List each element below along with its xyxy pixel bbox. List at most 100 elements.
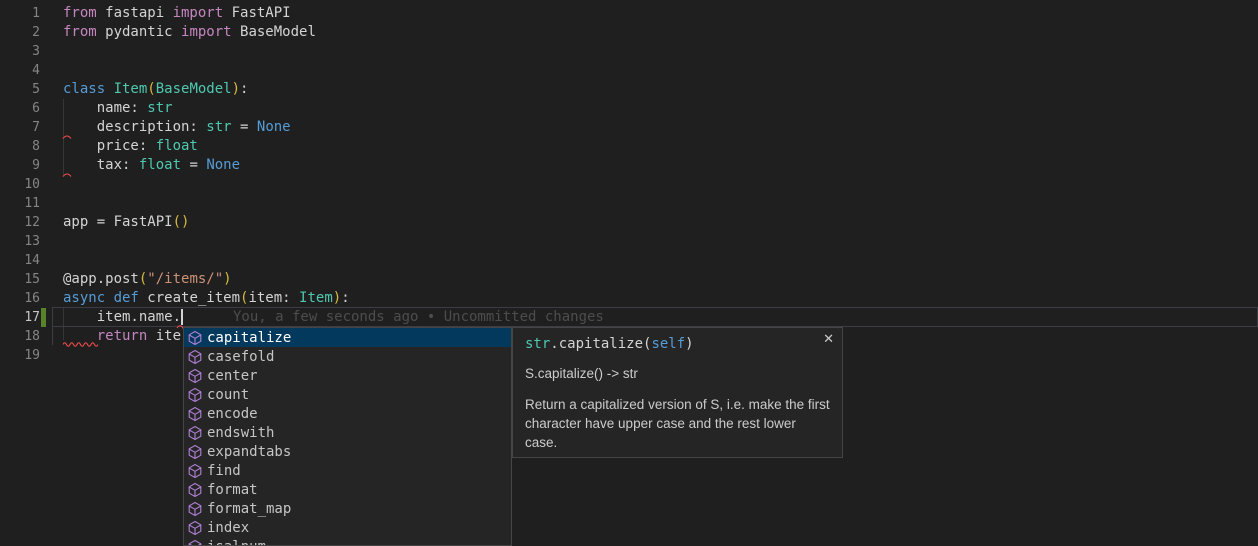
code-token: ( <box>147 81 155 97</box>
code-token: price: <box>63 138 156 154</box>
line-number: 2 <box>0 23 40 42</box>
code-token: ) <box>232 81 240 97</box>
code-token: "/items/" <box>147 271 223 287</box>
method-icon <box>187 330 203 346</box>
code-token: Item <box>299 290 333 306</box>
code-token: ) <box>333 290 341 306</box>
suggest-item-index[interactable]: index <box>184 518 511 537</box>
line-number: 3 <box>0 42 40 61</box>
line-number: 8 <box>0 137 40 156</box>
suggest-item-label: count <box>207 387 249 403</box>
line-number: 19 <box>0 346 40 365</box>
code-line[interactable]: 7 description: str = None <box>0 118 1258 137</box>
suggest-item-label: encode <box>207 406 258 422</box>
line-number: 15 <box>0 270 40 289</box>
suggest-item-find[interactable]: find <box>184 461 511 480</box>
code-token: str <box>206 119 231 135</box>
close-icon[interactable]: ✕ <box>821 331 836 348</box>
code-token: fastapi <box>97 5 173 21</box>
method-icon <box>187 520 203 536</box>
code-line[interactable]: 4 <box>0 61 1258 80</box>
code-token: .capitalize( <box>550 336 651 352</box>
code-text: tax: float = None <box>63 156 240 175</box>
line-number: 1 <box>0 4 40 23</box>
code-text: @app.post("/items/") <box>63 270 232 289</box>
code-token: import <box>173 5 224 21</box>
code-token: ) <box>685 336 693 352</box>
code-token: None <box>257 119 291 135</box>
line-number: 11 <box>0 194 40 213</box>
code-line[interactable]: 10 <box>0 175 1258 194</box>
code-line[interactable]: 1from fastapi import FastAPI <box>0 4 1258 23</box>
code-token: @app.post <box>63 271 139 287</box>
code-token: BaseModel <box>232 24 316 40</box>
code-text: class Item(BaseModel): <box>63 80 248 99</box>
code-token: str <box>525 336 550 352</box>
suggest-item-casefold[interactable]: casefold <box>184 347 511 366</box>
line-number: 17 <box>0 308 40 327</box>
code-token: = <box>232 119 257 135</box>
code-token: : <box>240 81 248 97</box>
code-token: ) <box>223 271 231 287</box>
method-icon <box>187 368 203 384</box>
error-squiggle-icon <box>62 171 74 178</box>
code-token: str <box>147 100 172 116</box>
code-token: item: <box>248 290 299 306</box>
line-number: 5 <box>0 80 40 99</box>
code-line[interactable]: 6 name: str <box>0 99 1258 118</box>
code-text: from pydantic import BaseModel <box>63 23 316 42</box>
code-text: name: str <box>63 99 173 118</box>
code-line[interactable]: 3 <box>0 42 1258 61</box>
suggest-item-format[interactable]: format <box>184 480 511 499</box>
code-token: item.name. <box>63 309 181 325</box>
line-number: 18 <box>0 327 40 346</box>
code-line[interactable]: 11 <box>0 194 1258 213</box>
suggest-item-format_map[interactable]: format_map <box>184 499 511 518</box>
code-line[interactable]: 12 app = FastAPI() <box>0 213 1258 232</box>
code-line[interactable]: 16async def create_item(item: Item): <box>0 289 1258 308</box>
line-number: 10 <box>0 175 40 194</box>
method-icon <box>187 387 203 403</box>
method-icon <box>187 349 203 365</box>
code-line[interactable]: 13 <box>0 232 1258 251</box>
line-number: 14 <box>0 251 40 270</box>
code-lines: 1from fastapi import FastAPI2 from pydant… <box>0 4 1258 365</box>
code-text: async def create_item(item: Item): <box>63 289 350 308</box>
suggest-item-expandtabs[interactable]: expandtabs <box>184 442 511 461</box>
code-line[interactable]: 5 class Item(BaseModel): <box>0 80 1258 99</box>
code-token: BaseModel <box>156 81 232 97</box>
suggest-item-label: find <box>207 463 241 479</box>
suggest-item-center[interactable]: center <box>184 366 511 385</box>
line-number: 12 <box>0 213 40 232</box>
code-text: app = FastAPI() <box>63 213 189 232</box>
suggest-item-label: index <box>207 520 249 536</box>
suggest-item-label: endswith <box>207 425 274 441</box>
method-description: Return a capitalized version of S, i.e. … <box>525 395 831 452</box>
suggest-item-encode[interactable]: encode <box>184 404 511 423</box>
suggest-item-label: format <box>207 482 258 498</box>
code-line[interactable]: 15 @app.post("/items/") <box>0 270 1258 289</box>
suggest-item-capitalize[interactable]: capitalize <box>184 328 511 347</box>
code-token: create_item <box>147 290 240 306</box>
signature: str.capitalize(self) <box>525 336 830 352</box>
code-line[interactable]: 14 <box>0 251 1258 270</box>
error-squiggle-icon <box>62 133 74 140</box>
code-token: None <box>206 157 240 173</box>
code-editor: 1from fastapi import FastAPI2 from pydant… <box>0 0 1258 546</box>
code-token: class <box>63 81 114 97</box>
suggest-item-count[interactable]: count <box>184 385 511 404</box>
code-line[interactable]: 8 price: float <box>0 137 1258 156</box>
code-token: pydantic <box>97 24 181 40</box>
code-token: : <box>341 290 349 306</box>
line-number: 7 <box>0 118 40 137</box>
suggest-item-endswith[interactable]: endswith <box>184 423 511 442</box>
suggest-item-isalnum[interactable]: isalnum <box>184 537 511 546</box>
code-token: self <box>651 336 685 352</box>
suggest-item-label: casefold <box>207 349 274 365</box>
code-token: description: <box>63 119 206 135</box>
code-line[interactable]: 2 from pydantic import BaseModel <box>0 23 1258 42</box>
code-token: ite <box>147 328 181 344</box>
code-line[interactable]: 9 tax: float = None <box>0 156 1258 175</box>
line-number: 9 <box>0 156 40 175</box>
error-squiggle-icon <box>63 340 98 347</box>
